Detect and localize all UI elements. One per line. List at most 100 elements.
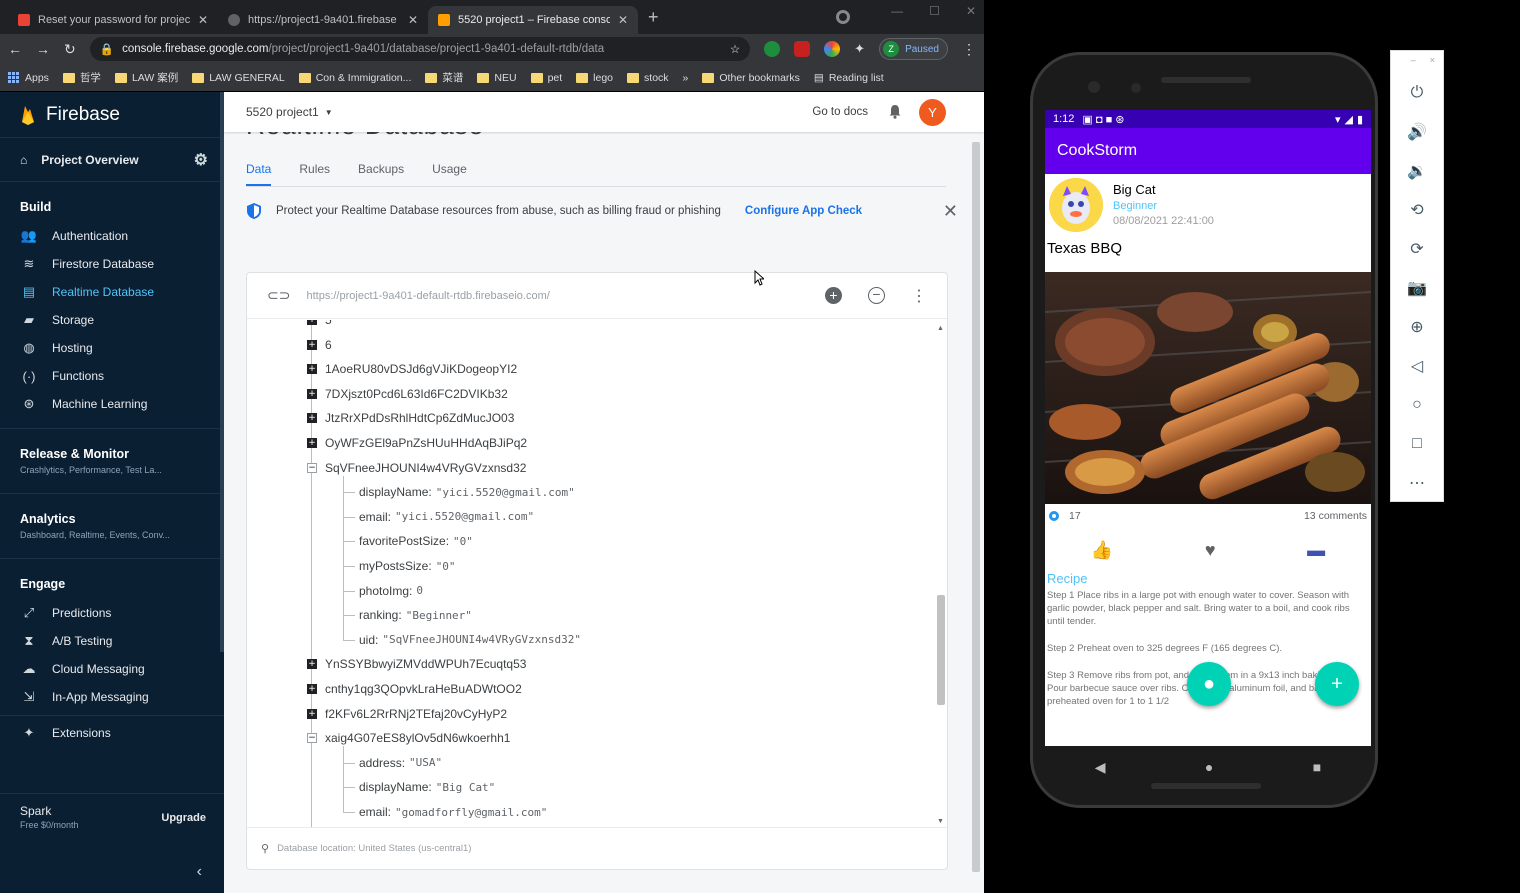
sidebar-item-in-app-messaging[interactable]: ⇲ In-App Messaging — [0, 683, 224, 711]
tree-leaf-row[interactable]: myPostsSize: "0" — [359, 554, 456, 578]
profile-paused-button[interactable]: Z Paused — [879, 38, 948, 60]
tree-leaf-value[interactable]: "yici.5520@gmail.com" — [436, 486, 575, 499]
tree-node-row[interactable]: − xaig4G07eES8ylOv5dN6wkoerhh1 — [307, 726, 510, 750]
tree-node-row[interactable]: +1AoeRU80vDSJd6gVJiKDogeopYI2 — [307, 357, 517, 381]
back-icon[interactable]: ◁ — [1391, 346, 1443, 385]
tree-leaf-row[interactable]: photoImg: 0 — [359, 579, 423, 603]
bookmark-folder[interactable]: LAW GENERAL — [192, 72, 285, 84]
close-tab-icon[interactable]: ✕ — [618, 13, 628, 27]
panel-close-icon[interactable]: × — [1430, 55, 1435, 69]
tree-leaf-value[interactable]: "Beginner" — [406, 609, 472, 622]
sidebar-item-ab-testing[interactable]: ⧗ A/B Testing — [0, 627, 224, 655]
configure-app-check-link[interactable]: Configure App Check — [745, 205, 862, 217]
expand-node-icon[interactable]: + — [307, 708, 317, 719]
bookmark-folder[interactable]: LAW 案例 — [114, 70, 178, 85]
expand-node-icon[interactable]: + — [307, 364, 317, 375]
tree-node-row[interactable]: + YnSSYBbwyiZMVddWPUh7Ecuqtq53 — [307, 652, 526, 676]
add-node-icon[interactable]: + — [825, 287, 842, 304]
bookmark-folder[interactable]: 哲学 — [62, 70, 101, 85]
chrome-search-icon[interactable] — [836, 10, 850, 24]
tree-leaf-row[interactable]: email: "gomadforfly@gmail.com" — [359, 800, 547, 824]
build-section-title[interactable]: Build — [0, 182, 224, 222]
bookmark-folder[interactable]: Con & Immigration... — [298, 72, 411, 84]
bookmark-folder[interactable]: lego — [576, 72, 613, 84]
gear-icon[interactable]: ⚙ — [194, 150, 208, 170]
page-scroll-thumb[interactable] — [972, 142, 980, 872]
add-post-fab[interactable]: + — [1315, 662, 1359, 706]
browser-tab-3[interactable]: 5520 project1 – Firebase console ✕ — [428, 6, 638, 34]
link-icon[interactable]: ⊂⊃ — [267, 287, 290, 304]
tree-leaf-row[interactable]: displayName: "yici.5520@gmail.com" — [359, 480, 575, 504]
heart-icon[interactable]: ♥ — [1205, 540, 1216, 561]
bookmark-folder[interactable]: 菜谱 — [425, 70, 463, 85]
collapse-node-icon[interactable]: − — [307, 462, 317, 473]
sidebar-item-realtime-database[interactable]: ▤ Realtime Database — [0, 278, 224, 306]
tree-node-row[interactable]: + JtzRrXPdDsRhlHdtCp6ZdMucJO03 — [307, 406, 514, 430]
tree-node-row[interactable]: +5 — [307, 320, 332, 332]
expand-node-icon[interactable]: + — [307, 388, 317, 399]
collapse-node-icon[interactable]: − — [307, 733, 317, 744]
maximize-icon[interactable]: ☐ — [929, 4, 940, 18]
expand-node-icon[interactable]: + — [307, 413, 317, 424]
tree-node-row[interactable]: + cnthy1qg3QOpvkLraHeBuADWtOO2 — [307, 677, 522, 701]
address-bar[interactable]: 🔒 console.firebase.google.com/project/pr… — [89, 37, 751, 61]
comments-count[interactable]: 13 comments — [1304, 510, 1367, 522]
other-bookmarks[interactable]: Other bookmarks — [702, 72, 800, 84]
profile-fab[interactable]: ● — [1187, 662, 1231, 706]
firebase-brand[interactable]: Firebase — [0, 92, 224, 138]
puzzle-icon[interactable]: ✦ — [854, 41, 865, 57]
sidebar-item-hosting[interactable]: ◍ Hosting — [0, 334, 224, 362]
tree-leaf-value[interactable]: "gomadforfly@gmail.com" — [395, 806, 547, 819]
sidebar-item-authentication[interactable]: 👥 Authentication — [0, 222, 224, 250]
sidebar-item-storage[interactable]: ▰ Storage — [0, 306, 224, 334]
tree-leaf-row[interactable]: favoritePostSize: "0" — [359, 529, 473, 553]
tree-leaf-row[interactable]: ranking: "Beginner" — [359, 603, 472, 627]
comment-icon[interactable]: ▬ — [1307, 540, 1325, 561]
tree-leaf-value[interactable]: 0 — [416, 584, 423, 597]
bookmark-folder[interactable]: pet — [530, 72, 562, 84]
tree-leaf-row[interactable]: displayName: "Big Cat" — [359, 775, 495, 799]
close-tab-icon[interactable]: ✕ — [198, 13, 208, 27]
volume-up-icon[interactable]: 🔊 — [1391, 112, 1443, 151]
post-header[interactable]: Big Cat Beginner 08/08/2021 22:41:00 — [1045, 174, 1371, 236]
bell-icon[interactable] — [888, 104, 902, 119]
tab-rules[interactable]: Rules — [299, 162, 330, 186]
nav-back-icon[interactable]: ◀ — [1095, 759, 1106, 776]
tree-leaf-row[interactable]: email: "yici.5520@gmail.com" — [359, 505, 534, 529]
project-selector[interactable]: 5520 project1 ▼ — [246, 105, 333, 119]
minimize-icon[interactable]: — — [891, 4, 903, 18]
tree-leaf-row[interactable]: address: "USA" — [359, 751, 442, 775]
panel-minimize-icon[interactable]: – — [1411, 55, 1416, 69]
page-scrollbar[interactable] — [972, 142, 980, 882]
close-banner-icon[interactable]: ✕ — [943, 201, 958, 222]
bookmark-folder[interactable]: stock — [627, 72, 669, 84]
engage-title[interactable]: Engage — [0, 559, 224, 599]
tree-node-row[interactable]: + OyWFzGEl9aPnZsHUuHHdAqBJiPq2 — [307, 431, 527, 455]
upgrade-button[interactable]: Upgrade — [161, 812, 206, 824]
tree-leaf-value[interactable]: "yici.5520@gmail.com" — [395, 510, 534, 523]
account-avatar[interactable]: Y — [919, 99, 946, 126]
thumbs-up-icon[interactable]: 👍 — [1091, 540, 1113, 561]
home-icon[interactable]: ○ — [1391, 385, 1443, 424]
extension-green-icon[interactable] — [764, 41, 781, 57]
back-arrow-icon[interactable]: ← — [8, 41, 22, 57]
expand-node-icon[interactable]: + — [307, 684, 317, 694]
tab-data[interactable]: Data — [246, 162, 272, 186]
expand-node-icon[interactable]: + — [307, 320, 317, 325]
tree-node-row[interactable]: +6 — [307, 333, 332, 357]
tree-node-row[interactable]: − SqVFneeJHOUNI4w4VRyGVzxnsd32 — [307, 456, 526, 480]
tab-backups[interactable]: Backups — [358, 162, 404, 186]
tab-usage[interactable]: Usage — [432, 162, 467, 186]
browser-tab-2[interactable]: https://project1-9a401.firebase ✕ — [218, 6, 428, 34]
chrome-extension-icon[interactable] — [824, 41, 841, 57]
overview-icon[interactable]: □ — [1391, 424, 1443, 463]
close-window-icon[interactable]: ✕ — [966, 4, 976, 18]
tree-leaf-value[interactable]: "0" — [436, 560, 456, 573]
nav-home-icon[interactable]: ● — [1205, 759, 1213, 775]
tree-leaf-value[interactable]: "0" — [453, 535, 473, 548]
power-icon[interactable]: ⏻ — [1391, 73, 1443, 112]
tree-scroll-thumb[interactable] — [937, 595, 945, 705]
tree-leaf-value[interactable]: "USA" — [409, 756, 442, 769]
sidebar-item-machine-learning[interactable]: ⊛ Machine Learning — [0, 390, 224, 418]
new-tab-button[interactable]: + — [638, 7, 669, 34]
